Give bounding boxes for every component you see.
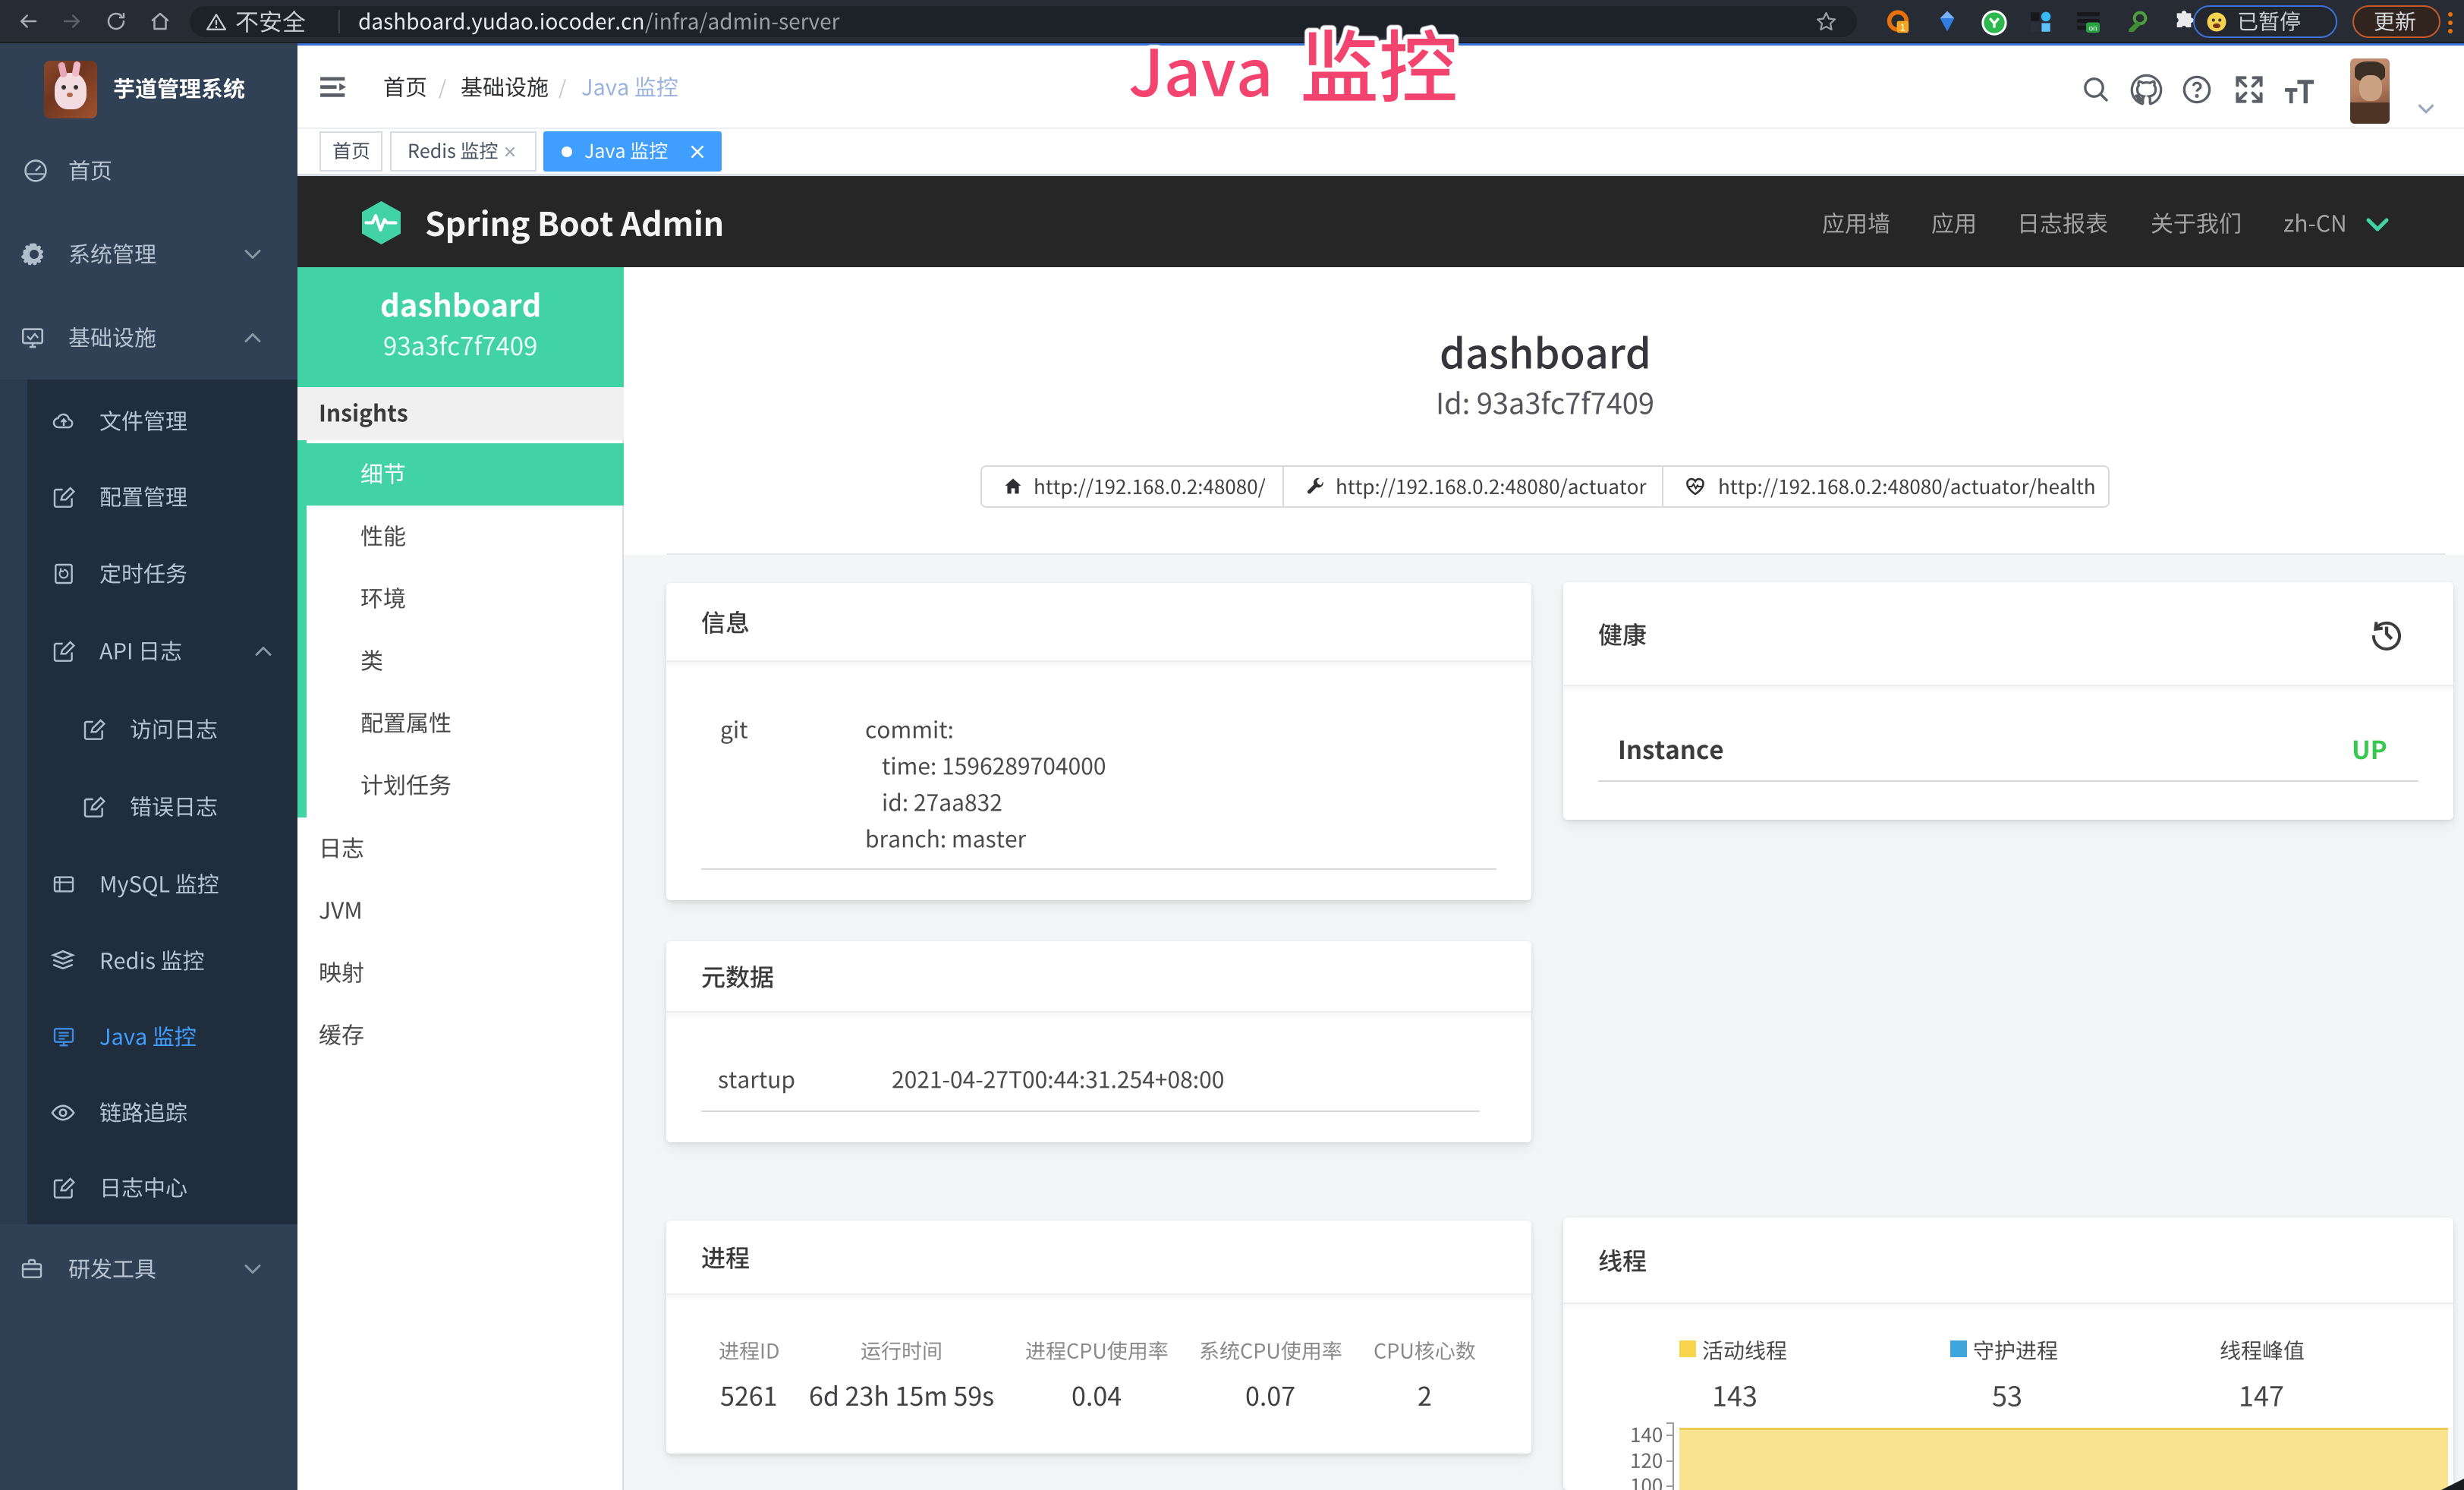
svg-text:on: on [2089,25,2097,33]
svg-text:1: 1 [1900,21,1905,33]
